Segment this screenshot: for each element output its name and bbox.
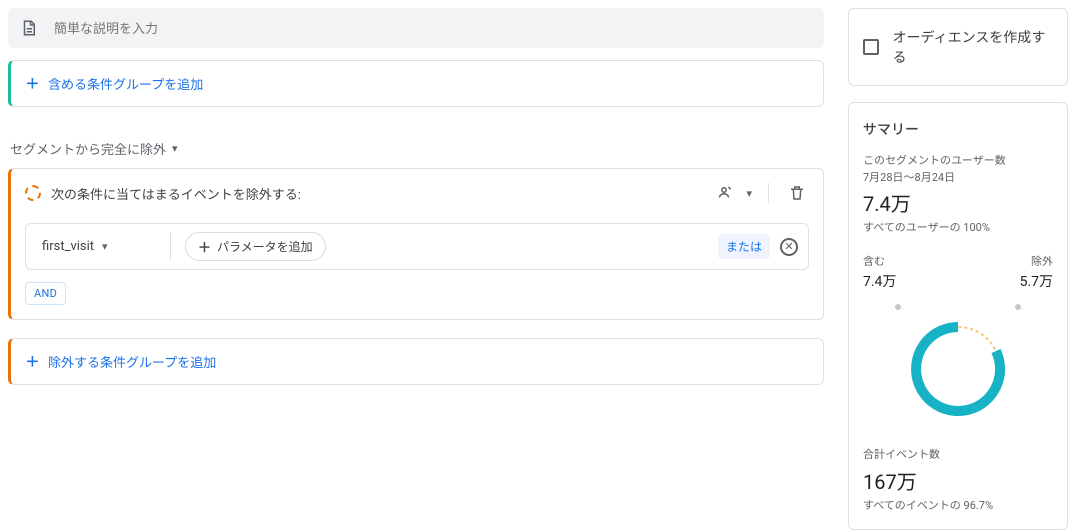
chevron-down-icon: ▾ <box>746 187 752 200</box>
delete-group-button[interactable] <box>785 181 809 205</box>
or-button[interactable]: または <box>718 234 770 259</box>
create-audience-label: オーディエンスを作成する <box>893 27 1053 67</box>
summary-title: サマリー <box>863 119 1053 139</box>
divider <box>170 232 171 261</box>
add-parameter-label: パラメータを追加 <box>217 238 313 255</box>
event-name-label: first_visit <box>42 239 94 254</box>
summary-events-value: 167万 <box>863 466 1053 495</box>
document-icon <box>20 19 38 37</box>
plus-icon: ＋ <box>25 351 40 372</box>
description-bar[interactable] <box>8 8 824 48</box>
add-exclude-group-label: 除外する条件グループを追加 <box>48 352 216 371</box>
divider <box>768 183 769 203</box>
exclude-indicator-icon <box>25 185 41 201</box>
chevron-down-icon: ▾ <box>172 142 178 155</box>
add-include-group-button[interactable]: ＋ 含める条件グループを追加 <box>8 60 824 107</box>
exclude-mode-label: セグメントから完全に除外 <box>10 139 166 158</box>
summary-events-pct: すべてのイベントの 96.7% <box>863 497 1053 513</box>
create-audience-card[interactable]: オーディエンスを作成する <box>848 8 1068 86</box>
summary-exclude-label: 除外 <box>1020 253 1053 269</box>
summary-events-label: 合計イベント数 <box>863 447 1053 464</box>
exclude-mode-select[interactable]: セグメントから完全に除外 ▾ <box>8 139 824 158</box>
scope-button[interactable] <box>712 181 736 205</box>
remove-condition-button[interactable]: ✕ <box>780 238 798 256</box>
add-exclude-group-button[interactable]: ＋ 除外する条件グループを追加 <box>8 338 824 385</box>
summary-card: サマリー このセグメントのユーザー数 7月28日～8月24日 7.4万 すべての… <box>848 102 1068 530</box>
description-input[interactable] <box>54 21 812 36</box>
summary-include-value: 7.4万 <box>863 271 896 291</box>
plus-icon: ＋ <box>25 73 40 94</box>
add-parameter-button[interactable]: ＋ パラメータを追加 <box>185 232 326 261</box>
person-pin-icon <box>715 184 733 202</box>
event-select[interactable]: first_visit ▾ <box>36 235 156 258</box>
close-icon: ✕ <box>784 241 793 252</box>
create-audience-checkbox[interactable] <box>863 39 879 55</box>
exclude-group-title: 次の条件に当てはまるイベントを除外する: <box>51 184 702 203</box>
summary-users-label: このセグメントのユーザー数 <box>863 153 1053 170</box>
summary-date-range: 7月28日～8月24日 <box>863 170 1053 187</box>
trash-icon <box>788 184 806 202</box>
exclude-group-card: 次の条件に当てはまるイベントを除外する: ▾ first_visit ▾ ＋ パ… <box>8 168 824 320</box>
summary-exclude-value: 5.7万 <box>1020 271 1053 291</box>
summary-donut-chart <box>863 291 1053 433</box>
condition-row: first_visit ▾ ＋ パラメータを追加 または ✕ <box>25 223 809 270</box>
summary-users-value: 7.4万 <box>863 188 1053 217</box>
summary-include-label: 含む <box>863 253 896 269</box>
and-button[interactable]: AND <box>25 282 66 305</box>
chevron-down-icon: ▾ <box>102 240 108 253</box>
summary-users-pct: すべてのユーザーの 100% <box>863 219 1053 235</box>
add-include-group-label: 含める条件グループを追加 <box>48 74 203 93</box>
plus-icon: ＋ <box>198 237 211 256</box>
